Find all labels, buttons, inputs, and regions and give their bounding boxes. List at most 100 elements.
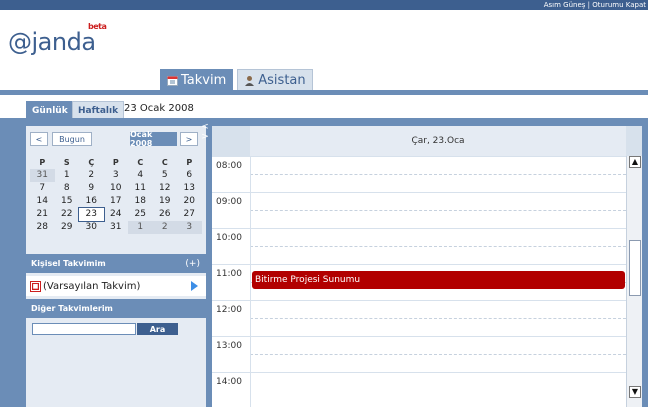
day-header: Çar, 23.Oca xyxy=(212,126,642,156)
collapse-right-icon: > xyxy=(201,132,209,142)
hour-row[interactable]: 08:00 xyxy=(212,156,626,192)
weekday-label: C xyxy=(161,158,168,167)
tab-asistan-label: Asistan xyxy=(258,72,306,88)
half-hour-line xyxy=(250,174,626,175)
user-name-link[interactable]: Asım Güneş xyxy=(544,1,586,9)
scroll-up-icon[interactable]: ▲ xyxy=(629,156,641,168)
hour-label: 11:00 xyxy=(216,269,242,279)
hour-row[interactable]: 12:00 xyxy=(212,300,626,336)
calendar-day[interactable]: 6 xyxy=(177,169,202,182)
main-nav: Takvim Asistan xyxy=(160,69,313,90)
logo-text: @janda xyxy=(8,28,96,56)
add-calendar-button[interactable]: (+) xyxy=(185,259,200,269)
hour-row[interactable]: 13:00 xyxy=(212,336,626,372)
half-hour-line xyxy=(250,246,626,247)
left-panel: < Bugun Ocak 2008 > P S Ç P C C P 31 1 2… xyxy=(26,126,206,407)
calendar-day-selected[interactable]: 23 xyxy=(78,207,105,222)
calendar-day[interactable]: 31 xyxy=(104,221,129,234)
scroll-thumb[interactable] xyxy=(629,240,641,296)
time-gutter-divider xyxy=(250,156,251,407)
collapse-left-icon: < xyxy=(201,122,209,132)
calendar-day[interactable]: 29 xyxy=(55,221,80,234)
weekday-label: C xyxy=(137,158,144,167)
tab-asistan[interactable]: Asistan xyxy=(237,69,313,90)
calendar-day[interactable]: 16 xyxy=(79,195,104,208)
tab-takvim[interactable]: Takvim xyxy=(160,69,234,90)
hour-row[interactable]: 10:00 xyxy=(212,228,626,264)
hour-label: 12:00 xyxy=(216,305,242,315)
scroll-down-icon[interactable]: ▼ xyxy=(629,386,641,398)
personal-calendars-title: Kişisel Takvimim xyxy=(31,259,106,268)
weekday-label: P xyxy=(186,158,193,167)
calendar-day[interactable]: 21 xyxy=(30,208,55,221)
person-icon xyxy=(245,75,255,86)
hour-label: 09:00 xyxy=(216,197,242,207)
logout-link[interactable]: Oturumu Kapat xyxy=(592,1,646,9)
tab-weekly[interactable]: Haftalık xyxy=(72,101,125,119)
hour-row[interactable]: 09:00 xyxy=(212,192,626,228)
topbar-separator: | xyxy=(587,1,591,9)
prev-month-button[interactable]: < xyxy=(30,132,48,146)
app-logo[interactable]: @janda beta xyxy=(8,22,107,56)
calendar-day[interactable]: 3 xyxy=(104,169,129,182)
calendar-day[interactable]: 17 xyxy=(104,195,129,208)
current-date: 23 Ocak 2008 xyxy=(124,103,194,114)
calendar-day[interactable]: 20 xyxy=(177,195,202,208)
other-calendars-header: Diğer Takvimlerim xyxy=(26,299,206,318)
half-hour-line xyxy=(250,354,626,355)
calendar-color-icon: ■ xyxy=(30,280,41,292)
calendar-day[interactable]: 19 xyxy=(153,195,178,208)
calendar-week: 14 15 16 17 18 19 20 xyxy=(30,195,202,208)
calendar-day[interactable]: 18 xyxy=(128,195,153,208)
calendar-day[interactable]: 22 xyxy=(55,208,80,221)
calendar-search-input[interactable] xyxy=(32,323,136,335)
mini-calendar-header: < Bugun Ocak 2008 > xyxy=(30,130,202,148)
calendar-day[interactable]: 1 xyxy=(128,221,153,234)
calendar-day[interactable]: 15 xyxy=(55,195,80,208)
calendar-day[interactable]: 12 xyxy=(153,182,178,195)
calendar-day[interactable]: 28 xyxy=(30,221,55,234)
calendar-day[interactable]: 9 xyxy=(79,182,104,195)
calendar-day[interactable]: 24 xyxy=(104,208,129,221)
calendar-day[interactable]: 11 xyxy=(128,182,153,195)
scroll-header-stub xyxy=(626,126,642,156)
calendar-day[interactable]: 8 xyxy=(55,182,80,195)
calendar-event[interactable]: Bitirme Projesi Sunumu xyxy=(252,271,625,289)
tab-takvim-label: Takvim xyxy=(181,72,227,88)
calendar-day[interactable]: 31 xyxy=(30,169,55,182)
search-button[interactable]: Ara xyxy=(137,323,178,335)
play-arrow-icon[interactable] xyxy=(191,281,198,291)
vertical-scrollbar[interactable]: ▲ ▼ xyxy=(626,156,642,407)
calendar-day[interactable]: 7 xyxy=(30,182,55,195)
tab-daily[interactable]: Günlük xyxy=(26,101,74,119)
calendar-day[interactable]: 3 xyxy=(177,221,202,234)
calendar-day[interactable]: 4 xyxy=(128,169,153,182)
calendar-day[interactable]: 30 xyxy=(79,221,104,234)
hour-label: 08:00 xyxy=(216,161,242,171)
next-month-button[interactable]: > xyxy=(180,132,198,146)
calendar-day[interactable]: 25 xyxy=(128,208,153,221)
calendar-day[interactable]: 1 xyxy=(55,169,80,182)
calendar-day[interactable]: 2 xyxy=(79,169,104,182)
day-header-label: Çar, 23.Oca xyxy=(411,136,465,146)
calendar-item-default[interactable]: ■ (Varsayılan Takvim) xyxy=(26,276,206,296)
weekday-label: Ç xyxy=(88,158,95,167)
month-label[interactable]: Ocak 2008 xyxy=(130,130,177,148)
calendar-day[interactable]: 27 xyxy=(177,208,202,221)
calendar-item-label: (Varsayılan Takvim) xyxy=(43,280,141,292)
calendar-day[interactable]: 26 xyxy=(153,208,178,221)
calendar-day[interactable]: 14 xyxy=(30,195,55,208)
beta-badge: beta xyxy=(88,22,107,31)
weekday-header: P S Ç P C C P xyxy=(30,156,202,169)
calendar-day[interactable]: 13 xyxy=(177,182,202,195)
calendar-day[interactable]: 2 xyxy=(152,221,177,234)
today-button[interactable]: Bugun xyxy=(52,132,92,146)
hour-row[interactable]: 14:00 xyxy=(212,372,626,408)
hour-label: 10:00 xyxy=(216,233,242,243)
calendar-icon xyxy=(167,75,178,86)
panel-toggle[interactable]: < > xyxy=(200,122,210,146)
calendar-day[interactable]: 5 xyxy=(153,169,178,182)
day-view: Çar, 23.Oca 08:00 09:00 10:00 11:00 12:0… xyxy=(212,126,642,407)
calendar-day[interactable]: 10 xyxy=(104,182,129,195)
calendar-week: 21 22 23 24 25 26 27 xyxy=(30,207,202,222)
